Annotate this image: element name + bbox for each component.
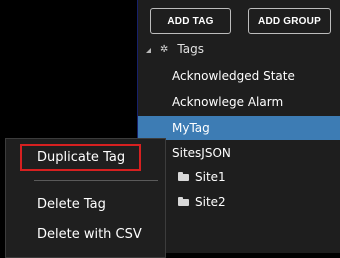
- tree-item-label: Site1: [195, 170, 226, 184]
- tree-item-acknowlege-alarm[interactable]: Acknowlege Alarm: [138, 90, 340, 114]
- menu-separator: [34, 180, 158, 181]
- expand-triangle-icon[interactable]: [146, 47, 151, 53]
- tree-item-label: Acknowlege Alarm: [172, 95, 284, 109]
- menu-item-delete-with-csv[interactable]: Delete with CSV: [37, 224, 142, 244]
- tree-root-label: Tags: [177, 42, 204, 56]
- tree-item-acknowledged-state[interactable]: Acknowledged State: [138, 64, 340, 88]
- tag-browser-panel: ADD TAG ADD GROUP ✲ Tags Acknowledged St…: [138, 0, 340, 253]
- menu-item-label: Duplicate Tag: [37, 150, 126, 165]
- tree-item-sitesjson[interactable]: SitesJSON: [138, 141, 340, 165]
- tree-item-label: SitesJSON: [172, 146, 231, 160]
- menu-item-label: Delete Tag: [37, 196, 106, 212]
- tree-item-site1[interactable]: Site1: [138, 165, 340, 189]
- add-tag-button[interactable]: ADD TAG: [150, 8, 231, 34]
- menu-item-delete-tag[interactable]: Delete Tag: [37, 194, 106, 214]
- menu-item-label: Delete with CSV: [37, 226, 142, 242]
- tree-item-label: Acknowledged State: [172, 69, 295, 83]
- gear-icon: ✲: [160, 43, 169, 55]
- folder-icon: [178, 197, 189, 206]
- tree-item-site2[interactable]: Site2: [138, 190, 340, 214]
- add-group-button[interactable]: ADD GROUP: [248, 8, 331, 34]
- folder-icon: [178, 172, 189, 181]
- context-menu: Duplicate Tag Delete Tag Delete with CSV: [5, 138, 166, 258]
- tree-item-label: MyTag: [172, 121, 210, 135]
- menu-item-duplicate-tag[interactable]: Duplicate Tag: [20, 144, 142, 171]
- tree-item-mytag[interactable]: MyTag: [138, 116, 340, 140]
- tree-root-tags[interactable]: ✲ Tags: [146, 40, 204, 58]
- tree-item-label: Site2: [195, 195, 226, 209]
